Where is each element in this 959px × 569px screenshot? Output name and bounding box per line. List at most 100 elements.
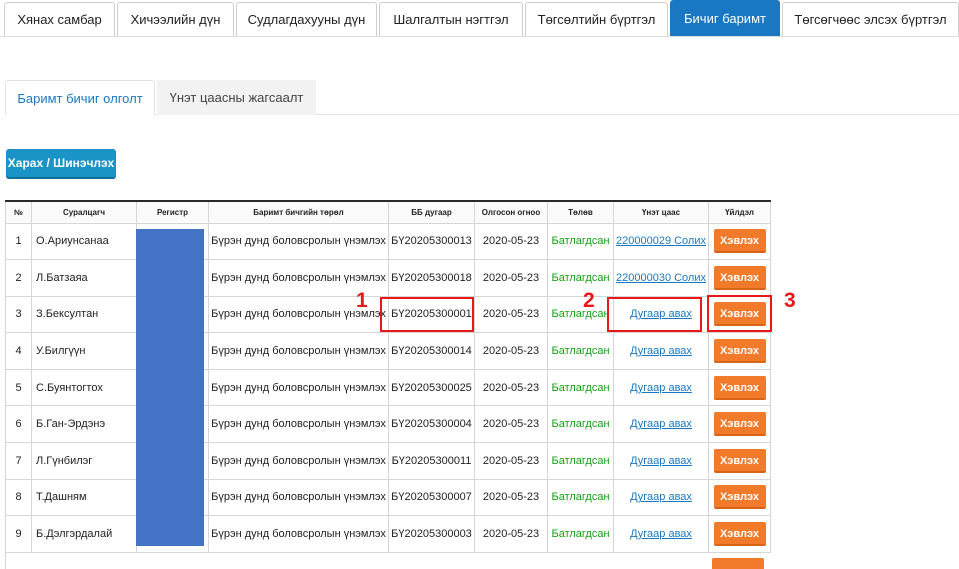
doc-number: БҮ20205300003 [388,515,475,553]
header-student: Суралцагч [31,200,137,224]
tab-dashboard[interactable]: Хянах самбар [4,2,115,36]
doc-type: Бүрэн дунд боловсролын үнэмлэх [208,478,389,517]
table-row: 9 Б.Дэлгэрдалай Бүрэн дунд боловсролын ү… [5,515,771,553]
header-doc-type: Баримт бичгийн төрөл [208,200,389,224]
row-number: 3 [5,295,32,334]
top-navigation: Хянах самбар Хичээлийн дүн Судлагдахууны… [0,0,959,37]
issue-date: 2020-05-23 [474,295,548,334]
doc-type: Бүрэн дунд боловсролын үнэмлэх [208,515,389,553]
get-number-link[interactable]: Дугаар авах [630,455,692,467]
doc-type: Бүрэн дунд боловсролын үнэмлэх [208,332,389,370]
callout-box-doc-number [380,297,474,332]
doc-number: БҮ20205300011 [388,442,475,480]
print-button[interactable]: Хэвлэх [713,375,766,400]
row-number: 4 [5,332,32,370]
callout-label-3: 3 [784,289,796,312]
security-paper-cell: 220000030 Солих [613,259,709,297]
header-register: Регистр [136,200,209,224]
status-text: Батлагдсан [547,222,614,261]
doc-type: Бүрэн дунд боловсролын үнэмлэх [208,368,389,407]
student-name: Б.Ган-Эрдэнэ [31,405,137,444]
tab-lesson-grades[interactable]: Хичээлийн дүн [117,2,234,36]
row-number: 7 [5,442,32,480]
row-number: 8 [5,478,32,517]
print-button[interactable]: Хэвлэх [713,412,766,437]
print-button[interactable]: Хэвлэх [713,485,766,510]
get-number-link[interactable]: Дугаар авах [630,382,692,394]
status-text: Батлагдсан [547,332,614,370]
table-row: 6 Б.Ган-Эрдэнэ Бүрэн дунд боловсролын үн… [5,405,771,444]
sub-navigation: Баримт бичиг олголт Үнэт цаасны жагсаалт [5,80,959,115]
security-paper-cell: Дугаар авах [613,515,709,553]
get-number-link[interactable]: Дугаар авах [630,491,692,503]
change-paper-link[interactable]: 220000030 Солих [616,272,706,284]
table-row: 5 С.Буянтогтох Бүрэн дунд боловсролын үн… [5,368,771,407]
print-button[interactable]: Хэвлэх [713,522,766,547]
status-text: Батлагдсан [547,478,614,517]
header-action: Үйлдэл [708,200,771,224]
issue-date: 2020-05-23 [474,478,548,517]
student-name: З.Бексултан [31,295,137,334]
tab-graduation-registry[interactable]: Төгсөлтийн бүртгэл [525,2,668,36]
action-cell: Хэвлэх [708,515,771,553]
status-text: Батлагдсан [547,442,614,480]
security-paper-cell: Дугаар авах [613,478,709,517]
doc-number: БҮ20205300013 [388,222,475,261]
row-number: 1 [5,222,32,261]
security-paper-cell: Дугаар авах [613,368,709,407]
security-paper-cell: Дугаар авах [613,332,709,370]
tab-graduate-admission[interactable]: Төгсөгчөөс элсэх бүртгэл [782,2,959,36]
get-number-link[interactable]: Дугаар авах [630,528,692,540]
print-button[interactable]: Хэвлэх [713,448,766,473]
header-status: Төлөв [547,200,614,224]
callout-label-2: 2 [583,289,595,312]
print-button[interactable]: Хэвлэх [713,229,766,254]
header-issue-date: Олгосон огноо [474,200,548,224]
get-number-link[interactable]: Дугаар авах [630,345,692,357]
issue-date: 2020-05-23 [474,515,548,553]
status-text: Батлагдсан [547,259,614,297]
tab-security-paper-list[interactable]: Үнэт цаасны жагсаалт [157,80,316,115]
student-name: Б.Дэлгэрдалай [31,515,137,553]
doc-type: Бүрэн дунд боловсролын үнэмлэх [208,222,389,261]
print-button[interactable]: Хэвлэх [713,265,766,290]
issue-date: 2020-05-23 [474,222,548,261]
callout-box-print [707,295,772,332]
issue-date: 2020-05-23 [474,442,548,480]
status-text: Батлагдсан [547,368,614,407]
header-security-paper: Үнэт цаас [613,200,709,224]
doc-type: Бүрэн дунд боловсролын үнэмлэх [208,405,389,444]
table-row: 1 О.Ариунсанаа Бүрэн дунд боловсролын үн… [5,222,771,261]
tab-exam-summary[interactable]: Шалгалтын нэгтгэл [379,2,523,36]
security-paper-cell: Дугаар авах [613,442,709,480]
issue-date: 2020-05-23 [474,259,548,297]
row-number: 6 [5,405,32,444]
issue-date: 2020-05-23 [474,368,548,407]
action-cell: Хэвлэх [708,332,771,370]
action-cell: Хэвлэх [708,405,771,444]
action-cell: Хэвлэх [708,222,771,261]
partial-print-button[interactable] [712,558,764,569]
view-refresh-button[interactable]: Харах / Шинэчлэх [6,149,116,177]
action-cell: Хэвлэх [708,478,771,517]
row-number: 5 [5,368,32,407]
student-name: Т.Дашням [31,478,137,517]
student-name: О.Ариунсанаа [31,222,137,261]
security-paper-cell: 220000029 Солих [613,222,709,261]
tab-document-issuance[interactable]: Баримт бичиг олголт [5,80,155,115]
header-doc-number: ББ дугаар [388,200,475,224]
document-table: № Суралцагч Регистр Баримт бичгийн төрөл… [5,200,771,553]
tab-documents[interactable]: Бичиг баримт [670,0,780,36]
action-cell: Хэвлэх [708,442,771,480]
print-button[interactable]: Хэвлэх [713,339,766,364]
student-name: Л.Гүнбилэг [31,442,137,480]
change-paper-link[interactable]: 220000029 Солих [616,235,706,247]
table-row: 2 Л.Батзаяа Бүрэн дунд боловсролын үнэмл… [5,259,771,297]
status-text: Батлагдсан [547,515,614,553]
table-row: 4 У.Билгүүн Бүрэн дунд боловсролын үнэмл… [5,332,771,370]
doc-type: Бүрэн дунд боловсролын үнэмлэх [208,442,389,480]
tab-subject-grades[interactable]: Судлагдахууны дүн [236,2,377,36]
doc-number: БҮ20205300004 [388,405,475,444]
get-number-link[interactable]: Дугаар авах [630,418,692,430]
callout-label-1: 1 [356,289,368,312]
